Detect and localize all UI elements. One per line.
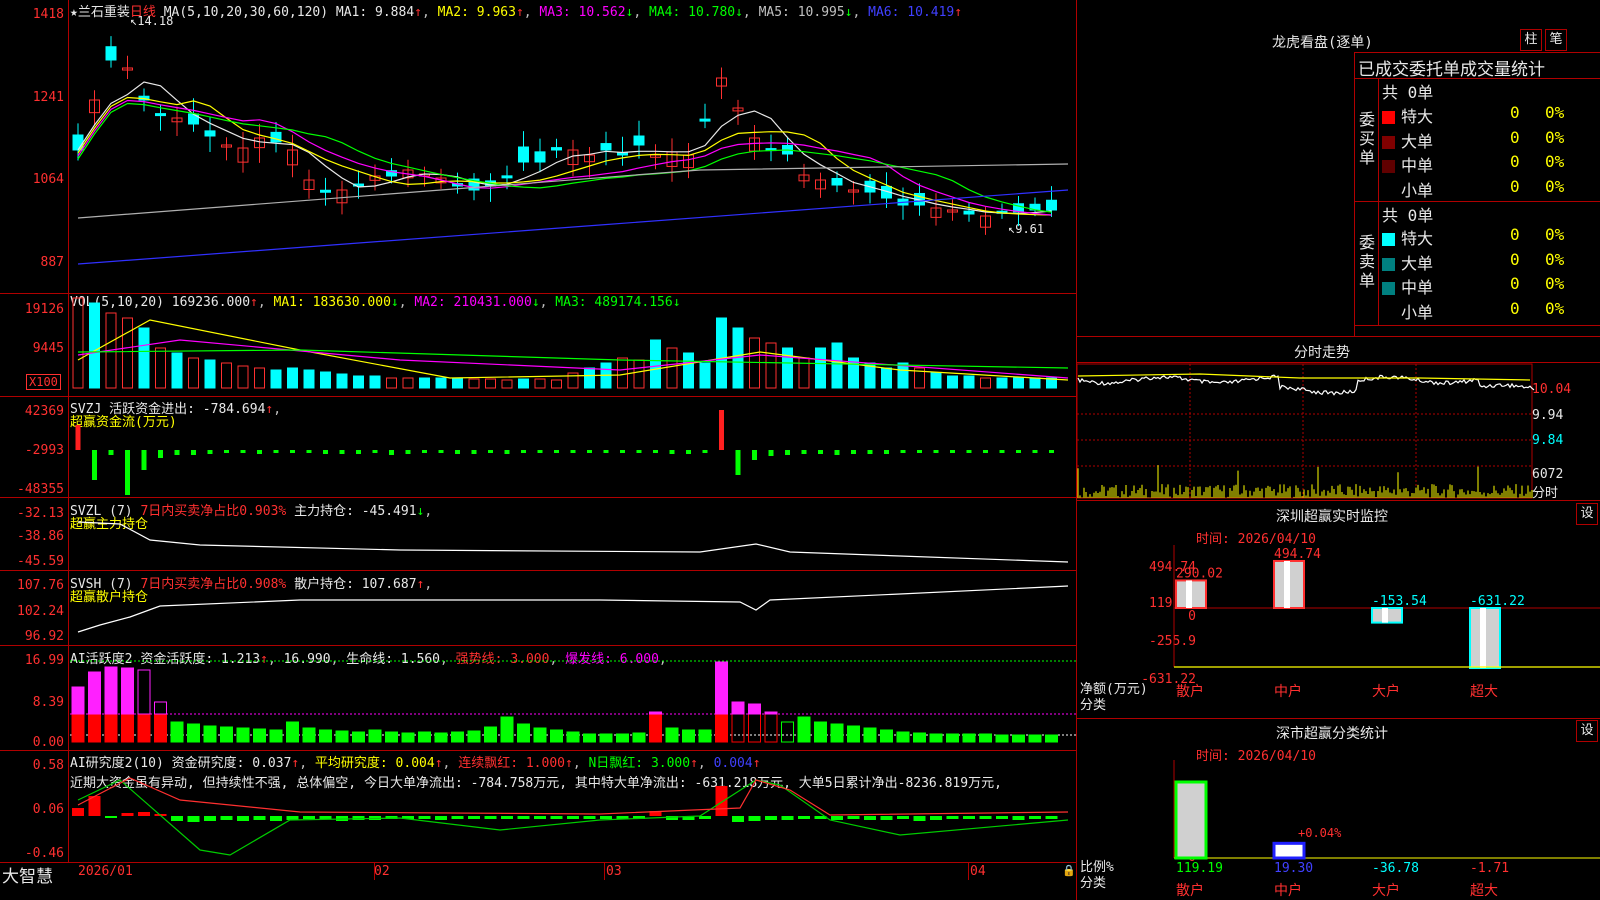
sh-category: 散户 — [1176, 882, 1204, 899]
sh-category: 中户 — [1274, 882, 1302, 899]
sh-bar — [1272, 841, 1306, 860]
sh-bar-value: -36.78 — [1372, 861, 1419, 876]
sh-bar-value: 19.30 — [1274, 861, 1313, 876]
sh-category: 大户 — [1372, 882, 1400, 899]
sh-bar-value: 119.19 — [1176, 861, 1223, 876]
sh-bar — [1174, 780, 1208, 860]
sh-bar-chart[interactable]: 119.19 散户 19.30 中户 -36.78 大户 -1.71 超大 — [0, 0, 1600, 900]
sh-category: 超大 — [1470, 883, 1498, 899]
sh-bar-value: -1.71 — [1470, 861, 1509, 876]
